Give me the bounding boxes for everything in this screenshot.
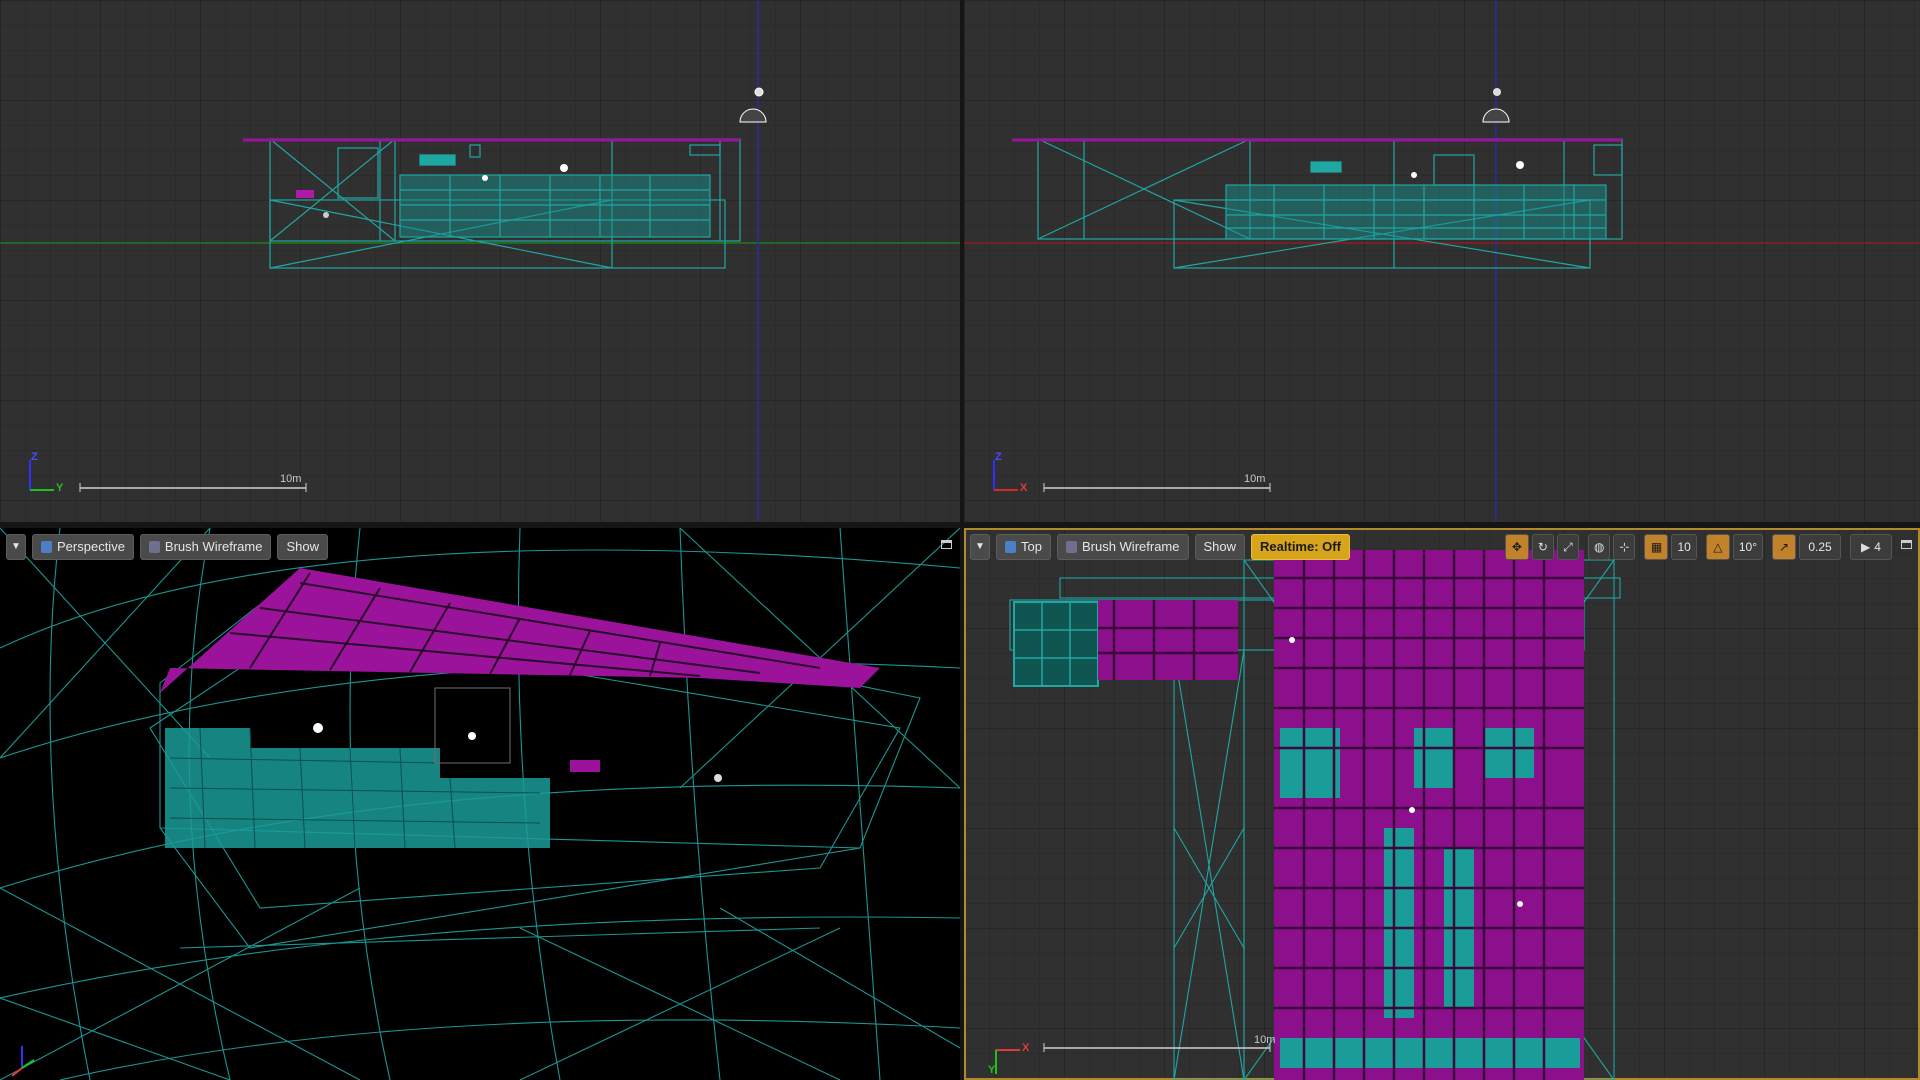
axis-y-label: Y (988, 1064, 996, 1076)
side-wireframe-scene (0, 0, 960, 522)
world-local-button[interactable]: ◍ (1587, 534, 1611, 560)
axis-y-label: Y (56, 482, 64, 494)
view-type-label: Brush Wireframe (164, 539, 263, 554)
front-wireframe-scene (964, 0, 1920, 522)
view-type-button[interactable]: Brush Wireframe (1056, 534, 1189, 560)
wireframe-icon (148, 541, 160, 553)
show-label: Show (1203, 539, 1237, 554)
move-icon: ✥ (1511, 540, 1522, 554)
rotation-snap-toggle[interactable]: △ (1705, 534, 1730, 560)
scale-label: 10m (280, 473, 302, 485)
perspective-icon (41, 541, 52, 553)
surface-snap-icon: ⊹ (1619, 540, 1630, 554)
realtime-label: Realtime: Off (1260, 539, 1341, 554)
maximize-icon[interactable] (1901, 540, 1912, 549)
show-button[interactable]: Show (277, 534, 328, 560)
camera-icon: ▶ (1861, 540, 1871, 554)
viewport-perspective[interactable]: ▼ Perspective Brush Wireframe Show (0, 528, 960, 1080)
scale-snap-toggle[interactable]: ↗ (1772, 534, 1796, 560)
scale-icon: ⤢ (1563, 539, 1573, 554)
top-toolbar: ▼ Top Brush Wireframe Show Realtime: Off (970, 533, 1350, 561)
realtime-toggle-button[interactable]: Realtime: Off (1251, 534, 1350, 560)
rotate-tool-button[interactable]: ↻ (1531, 534, 1554, 560)
chevron-down-icon: ▼ (975, 541, 985, 552)
grid-snap-value[interactable]: 10 (1671, 534, 1697, 560)
view-mode-label: Perspective (57, 539, 125, 554)
show-label: Show (286, 539, 319, 554)
surface-snap-button[interactable]: ⊹ (1613, 534, 1636, 560)
scale-snap-value[interactable]: 0.25 (1799, 534, 1841, 560)
globe-icon: ◍ (1593, 540, 1605, 554)
transform-tools: ✥ ↻ ⤢ ◍ ⊹ ▦ 10 △ 10° ↗ 0.25 ▶ 4 (1504, 533, 1892, 561)
scale-label: 10m (1254, 1034, 1276, 1046)
grid-snap-label: 10 (1677, 540, 1691, 554)
grid-snap-toggle[interactable]: ▦ (1644, 534, 1669, 560)
perspective-wireframe-scene (0, 528, 960, 1080)
maximize-icon[interactable] (941, 540, 952, 549)
scale-label: 10m (1244, 473, 1266, 485)
axis-x-label: X (1020, 482, 1028, 494)
axis-z-label: Z (995, 451, 1002, 463)
rotation-snap-label: 10° (1738, 540, 1757, 554)
view-mode-label: Top (1021, 539, 1042, 554)
viewport-front[interactable]: 10m Z X (964, 0, 1920, 522)
top-view-icon (1005, 541, 1016, 553)
viewport-options-button[interactable]: ▼ (6, 534, 26, 560)
grid-icon: ▦ (1650, 540, 1663, 554)
view-type-label: Brush Wireframe (1081, 539, 1180, 554)
rotate-icon: ↻ (1537, 540, 1548, 554)
view-mode-button[interactable]: Top (996, 534, 1051, 560)
viewport-side[interactable]: 10m Z Y (0, 0, 960, 522)
translate-tool-button[interactable]: ✥ (1504, 534, 1529, 560)
camera-speed-button[interactable]: ▶ 4 (1850, 534, 1892, 560)
rotation-snap-value[interactable]: 10° (1732, 534, 1763, 560)
viewport-top[interactable]: 10m X Y ▼ Top Brush Wireframe Show Realt… (964, 528, 1920, 1080)
scale-snap-label: 0.25 (1808, 540, 1832, 554)
perspective-toolbar: ▼ Perspective Brush Wireframe Show (6, 533, 328, 561)
top-wireframe-scene (995, 550, 1621, 1080)
view-mode-button[interactable]: Perspective (32, 534, 134, 560)
camera-speed-label: 4 (1874, 540, 1881, 554)
chevron-down-icon: ▼ (11, 541, 21, 552)
axis-x-label: X (1022, 1042, 1030, 1054)
view-type-button[interactable]: Brush Wireframe (139, 534, 272, 560)
scale-tool-button[interactable]: ⤢ (1556, 534, 1579, 560)
wireframe-icon (1065, 541, 1077, 553)
scale-snap-icon: ↗ (1778, 540, 1790, 554)
angle-icon: △ (1713, 540, 1723, 554)
viewport-options-button[interactable]: ▼ (970, 534, 990, 560)
show-button[interactable]: Show (1194, 534, 1246, 560)
axis-z-label: Z (31, 451, 38, 463)
